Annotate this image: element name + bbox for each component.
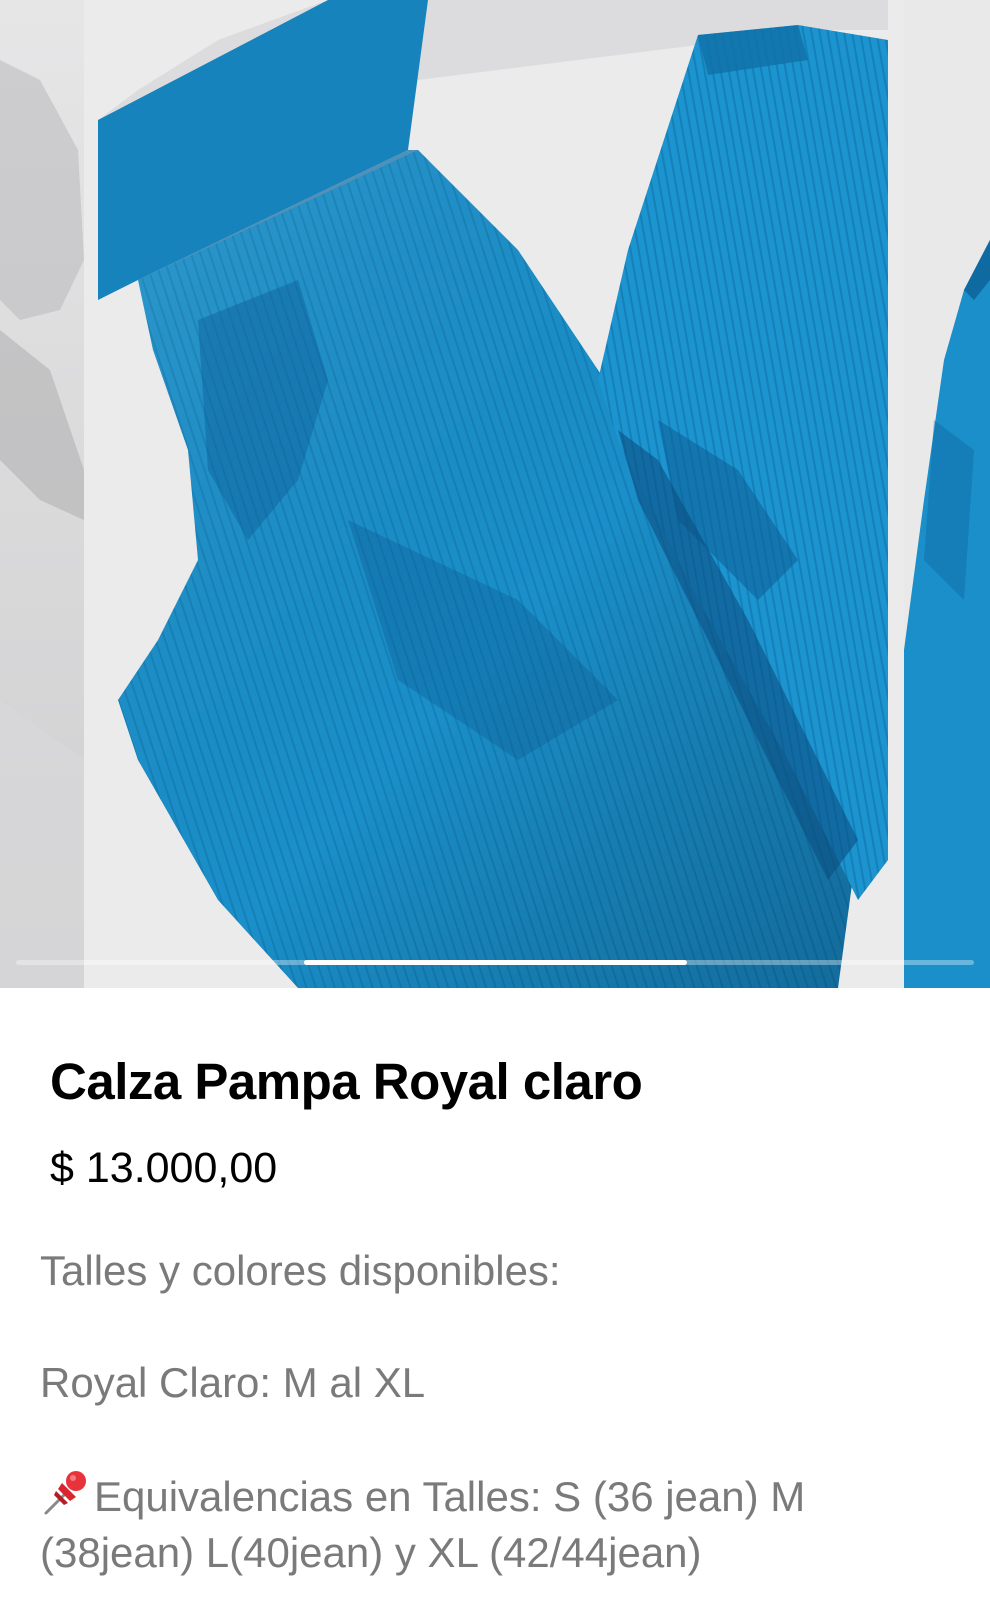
previous-slide-image[interactable] (0, 0, 84, 988)
product-description: Talles y colores disponibles: Royal Clar… (40, 1243, 960, 1581)
pushpin-icon (40, 1467, 92, 1519)
size-equivalences-text: Equivalencias en Talles: S (36 jean) M (… (40, 1473, 806, 1576)
next-slide-image[interactable] (904, 0, 990, 988)
description-color-sizes: Royal Claro: M al XL (40, 1359, 426, 1406)
current-slide-image[interactable] (98, 0, 888, 988)
description-size-equivalences: Equivalencias en Talles: S (36 jean) M (… (40, 1467, 960, 1581)
product-price: $ 13.000,00 (50, 1144, 278, 1192)
product-title: Calza Pampa Royal claro (50, 1053, 643, 1110)
carousel-progress-indicator (304, 960, 687, 965)
carousel-progress-bar[interactable] (16, 960, 974, 965)
description-sizes-heading: Talles y colores disponibles: (40, 1247, 561, 1294)
product-image-carousel[interactable] (0, 0, 990, 988)
